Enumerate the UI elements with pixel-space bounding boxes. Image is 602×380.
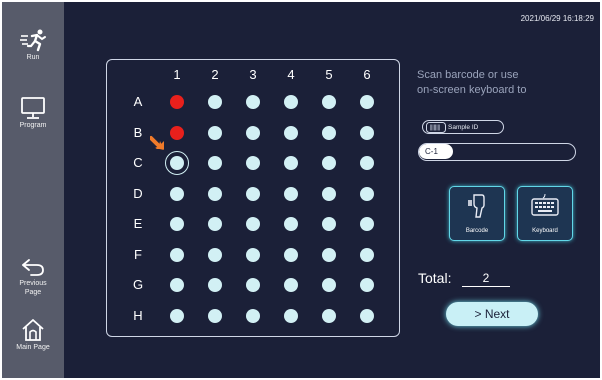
column-header: 3 bbox=[249, 67, 257, 82]
well-d4[interactable] bbox=[284, 186, 298, 201]
instructions-line: on-screen keyboard to bbox=[417, 84, 527, 96]
sidebar-item-program[interactable]: Program bbox=[2, 96, 64, 130]
row-header: E bbox=[133, 216, 143, 231]
total-value: 2 bbox=[462, 270, 510, 287]
well-c2[interactable] bbox=[208, 156, 222, 170]
sample-id-value: C-1 bbox=[419, 144, 453, 159]
well-b4[interactable] bbox=[284, 125, 298, 140]
well-d3[interactable] bbox=[246, 186, 260, 201]
well-b3[interactable] bbox=[246, 125, 260, 140]
well-c1[interactable] bbox=[170, 156, 184, 170]
column-header: 6 bbox=[363, 67, 371, 82]
well-c5[interactable] bbox=[322, 156, 336, 170]
instructions: Scan barcode or use on-screen keyboard t… bbox=[417, 68, 587, 98]
column-header: 4 bbox=[287, 67, 295, 82]
row-header: G bbox=[132, 277, 144, 292]
well-b6[interactable] bbox=[360, 125, 374, 140]
well-f5[interactable] bbox=[322, 247, 336, 262]
sample-id-input[interactable]: C-1 bbox=[418, 143, 576, 161]
column-header: 2 bbox=[211, 67, 219, 82]
well-h3[interactable] bbox=[246, 308, 260, 323]
well-e4[interactable] bbox=[284, 217, 298, 231]
sidebar-item-main-page[interactable]: Main Page bbox=[2, 318, 64, 352]
back-arrow-icon bbox=[22, 259, 44, 276]
total-label: Total: bbox=[418, 270, 452, 286]
timestamp: 2021/06/29 16:18:29 bbox=[520, 14, 594, 23]
keyboard-button-label: Keyboard bbox=[532, 228, 558, 234]
app-window: Run Program Previous Page Main Page 2021… bbox=[2, 2, 600, 378]
well-d6[interactable] bbox=[360, 186, 374, 201]
sidebar-item-previous-page[interactable]: Previous Page bbox=[2, 256, 64, 297]
column-header: 1 bbox=[173, 67, 181, 82]
sidebar-item-label: Run bbox=[26, 54, 40, 61]
sidebar-item-label: Main Page bbox=[16, 344, 50, 351]
well-e3[interactable] bbox=[246, 217, 260, 231]
sidebar-item-run[interactable]: Run bbox=[2, 28, 64, 62]
sidebar-item-label: Previous Page bbox=[19, 280, 47, 296]
well-a5[interactable] bbox=[322, 95, 336, 109]
row-header: F bbox=[134, 246, 142, 262]
sample-id-label: Sample ID bbox=[422, 120, 504, 134]
keyboard-icon bbox=[531, 193, 559, 216]
well-e5[interactable] bbox=[322, 217, 336, 231]
well-h4[interactable] bbox=[284, 308, 298, 323]
well-c3[interactable] bbox=[246, 156, 260, 170]
well-b1[interactable] bbox=[170, 125, 184, 140]
well-a1[interactable] bbox=[170, 95, 184, 109]
well-f2[interactable] bbox=[208, 247, 222, 262]
well-a6[interactable] bbox=[360, 95, 374, 109]
column-header: 5 bbox=[325, 67, 333, 82]
pointer-arrow-icon bbox=[150, 136, 164, 150]
well-h6[interactable] bbox=[360, 308, 374, 323]
well-g3[interactable] bbox=[246, 278, 260, 292]
well-g5[interactable] bbox=[322, 278, 336, 292]
well-e6[interactable] bbox=[360, 217, 374, 231]
well-f1[interactable] bbox=[170, 247, 184, 262]
next-button[interactable]: > Next bbox=[446, 302, 538, 326]
well-d2[interactable] bbox=[208, 186, 222, 201]
well-e1[interactable] bbox=[170, 217, 184, 231]
barcode-scanner-icon bbox=[426, 122, 446, 133]
well-d1[interactable] bbox=[170, 186, 184, 201]
well-d5[interactable] bbox=[322, 186, 336, 201]
well-a3[interactable] bbox=[246, 95, 260, 109]
sidebar: Run Program Previous Page Main Page bbox=[2, 2, 64, 378]
row-header: B bbox=[133, 124, 143, 140]
well-b5[interactable] bbox=[322, 125, 336, 140]
barcode-button-label: Barcode bbox=[465, 228, 489, 234]
well-f6[interactable] bbox=[360, 247, 374, 262]
sidebar-item-label: Program bbox=[19, 122, 47, 129]
barcode-button[interactable]: Barcode bbox=[449, 186, 505, 241]
row-header: A bbox=[133, 94, 143, 109]
keyboard-button[interactable]: Keyboard bbox=[517, 186, 573, 241]
running-person-icon bbox=[20, 29, 46, 52]
row-header: D bbox=[133, 185, 143, 201]
well-g2[interactable] bbox=[208, 278, 222, 292]
well-a2[interactable] bbox=[208, 95, 222, 109]
sample-id-label-text: Sample ID bbox=[448, 123, 479, 131]
well-g6[interactable] bbox=[360, 278, 374, 292]
well-c6[interactable] bbox=[360, 156, 374, 170]
well-f4[interactable] bbox=[284, 247, 298, 262]
well-b2[interactable] bbox=[208, 125, 222, 140]
monitor-icon bbox=[21, 97, 45, 119]
well-e2[interactable] bbox=[208, 217, 222, 231]
well-g1[interactable] bbox=[170, 278, 184, 292]
home-icon bbox=[22, 319, 44, 341]
well-c4[interactable] bbox=[284, 156, 298, 170]
row-header: H bbox=[133, 307, 143, 323]
well-h2[interactable] bbox=[208, 308, 222, 323]
well-a4[interactable] bbox=[284, 95, 298, 109]
barcode-scanner-icon bbox=[468, 194, 485, 218]
well-h1[interactable] bbox=[170, 308, 184, 323]
instructions-line: Scan barcode or use bbox=[417, 69, 519, 81]
well-f3[interactable] bbox=[246, 247, 260, 262]
well-h5[interactable] bbox=[322, 308, 336, 323]
well-g4[interactable] bbox=[284, 278, 298, 292]
row-header: C bbox=[133, 155, 143, 170]
